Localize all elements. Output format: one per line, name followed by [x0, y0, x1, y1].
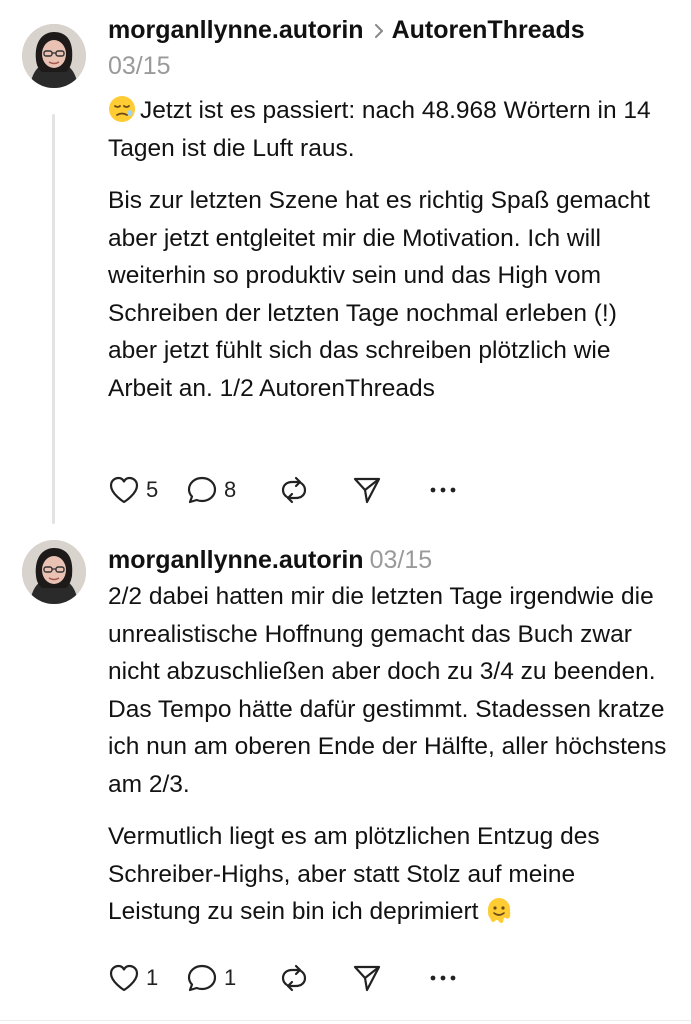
reply-count: 8: [224, 477, 237, 502]
post-date: 03/15: [369, 546, 433, 574]
share-button[interactable]: [352, 475, 430, 505]
repost-icon: [278, 474, 310, 506]
melting-face-emoji: [485, 896, 513, 924]
post-content: morganllynne.autorin 03/15 2/2 dabei hatt…: [108, 542, 667, 931]
community-link[interactable]: AutorenThreads: [392, 16, 585, 44]
post-paragraph-text: Jetzt ist es passiert: nach 48.968 Wörte…: [108, 97, 651, 162]
post-content: morganllynne.autorin AutorenThreads 03/15…: [108, 12, 667, 407]
repost-button[interactable]: [278, 474, 352, 506]
chevron-right-icon: [372, 12, 386, 48]
share-button[interactable]: [352, 963, 430, 993]
reply-count: 1: [224, 965, 237, 990]
post-paragraph: Vermutlich liegt es am plötzlichen Entzu…: [108, 818, 667, 931]
like-button[interactable]: 5: [108, 475, 186, 505]
thread-post-2: morganllynne.autorin 03/15 2/2 dabei hatt…: [0, 532, 691, 1012]
comment-icon: [186, 475, 218, 505]
avatar[interactable]: [22, 540, 86, 604]
post-paragraph: 2/2 dabei hatten mir die letzten Tage ir…: [108, 583, 667, 798]
post-actions: 5 8: [108, 470, 456, 510]
reply-button[interactable]: 1: [186, 963, 278, 993]
post-header: morganllynne.autorin 03/15: [108, 542, 667, 578]
post-date: 03/15: [108, 52, 171, 80]
send-icon: [352, 963, 382, 993]
like-button[interactable]: 1: [108, 963, 186, 993]
more-button[interactable]: [430, 974, 456, 982]
repost-button[interactable]: [278, 962, 352, 994]
heart-icon: [108, 475, 140, 505]
username[interactable]: morganllynne.autorin: [108, 16, 364, 44]
thread-connector-line: [52, 114, 55, 524]
post-header: morganllynne.autorin AutorenThreads: [108, 12, 667, 48]
post-paragraph-text: Vermutlich liegt es am plötzlichen Entzu…: [108, 823, 600, 925]
comment-icon: [186, 963, 218, 993]
reply-button[interactable]: 8: [186, 475, 278, 505]
post-text: 2/2 dabei hatten mir die letzten Tage ir…: [108, 578, 667, 931]
like-count: 5: [146, 477, 159, 502]
divider: [0, 1020, 691, 1021]
repost-icon: [278, 962, 310, 994]
avatar[interactable]: [22, 24, 86, 88]
more-icon: [430, 974, 456, 982]
post-text: Jetzt ist es passiert: nach 48.968 Wörte…: [108, 92, 667, 407]
heart-icon: [108, 963, 140, 993]
post-actions: 1 1: [108, 958, 456, 998]
username[interactable]: morganllynne.autorin: [108, 546, 364, 574]
post-paragraph: Bis zur letzten Szene hat es richtig Spa…: [108, 187, 650, 402]
tired-face-emoji: [108, 95, 136, 123]
thread-post-1: morganllynne.autorin AutorenThreads 03/15…: [0, 0, 691, 540]
more-button[interactable]: [430, 486, 456, 494]
like-count: 1: [146, 965, 159, 990]
send-icon: [352, 475, 382, 505]
post-paragraph: Jetzt ist es passiert: nach 48.968 Wörte…: [108, 92, 667, 167]
more-icon: [430, 486, 456, 494]
